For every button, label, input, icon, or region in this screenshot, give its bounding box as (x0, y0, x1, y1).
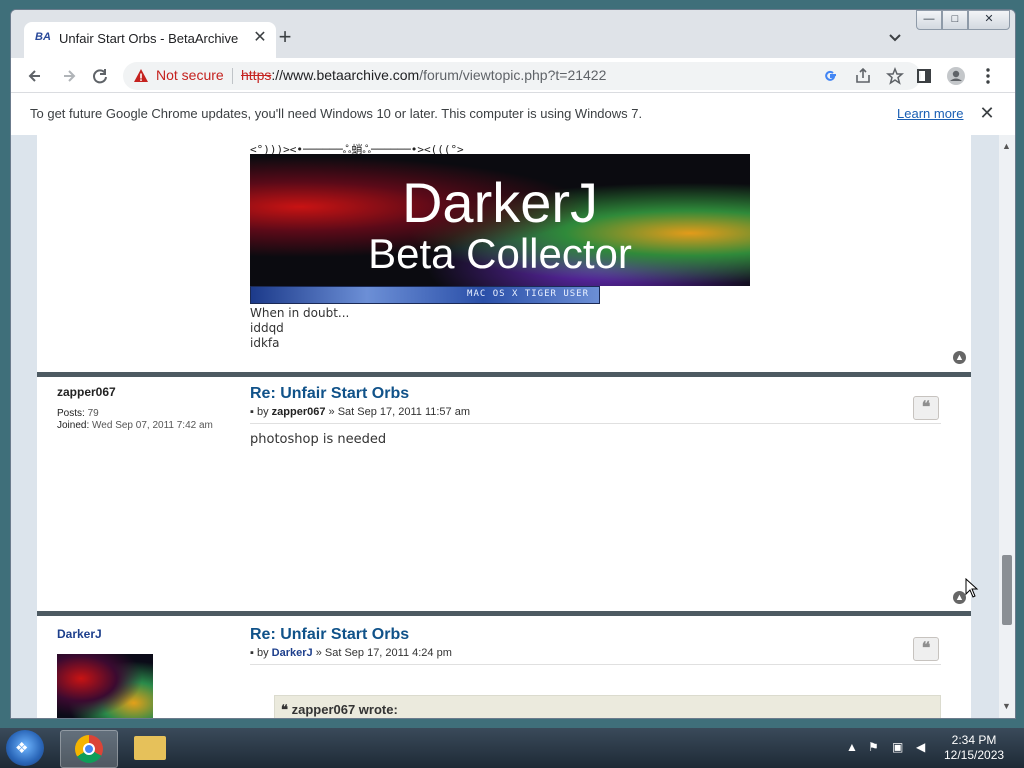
post-file-icon[interactable]: ▪ (250, 647, 254, 659)
windows-logo-icon: ❖ (15, 740, 29, 757)
clock-date: 12/15/2023 (944, 748, 1005, 762)
posts-value[interactable]: 79 (88, 408, 99, 419)
meta-separator (250, 423, 941, 424)
url-text[interactable]: https://www.betaarchive.com/forum/viewto… (241, 67, 606, 83)
post-divider (37, 372, 971, 377)
post-author[interactable]: DarkerJ (57, 627, 102, 641)
start-button[interactable]: ❖ (6, 730, 44, 766)
scroll-down-icon[interactable]: ▼ (1002, 701, 1011, 711)
banner-subtitle: Beta Collector (368, 230, 632, 277)
page-scrollbar[interactable]: ▲ ▼ (999, 135, 1015, 718)
new-tab-button[interactable]: + (273, 26, 297, 50)
back-to-top-icon[interactable]: ▲ (953, 351, 966, 364)
forward-icon[interactable] (57, 65, 79, 87)
scroll-thumb[interactable] (1002, 555, 1012, 625)
joined-value: Wed Sep 07, 2011 7:42 am (92, 420, 213, 431)
chrome-icon (75, 735, 103, 763)
folder-icon (134, 736, 166, 760)
volume-muted-icon[interactable]: ◀ (916, 740, 925, 754)
meta-date: » Sat Sep 17, 2011 11:57 am (328, 406, 471, 418)
post-meta: ▪ by DarkerJ » Sat Sep 17, 2011 4:24 pm (250, 647, 452, 659)
meta-author[interactable]: zapper067 (272, 406, 326, 418)
post-body: photoshop is needed (250, 432, 387, 447)
tab-strip: BA Unfair Start Orbs - BetaArchive ✕ + —… (11, 10, 1015, 58)
post-title[interactable]: Re: Unfair Start Orbs (250, 385, 409, 403)
url-path: /forum/viewtopic.php?t=21422 (419, 67, 607, 83)
meta-separator (250, 664, 941, 665)
signature-line-2: iddqd (250, 321, 284, 335)
meta-date: » Sat Sep 17, 2011 4:24 pm (315, 647, 452, 659)
url-protocol: https (241, 67, 272, 83)
address-bar[interactable]: Not secure https://www.betaarchive.com/f… (123, 62, 921, 90)
author-joined: Joined: Wed Sep 07, 2011 7:42 am (57, 420, 213, 431)
joined-label: Joined: (57, 420, 90, 431)
profile-icon[interactable] (945, 65, 967, 87)
meta-author[interactable]: DarkerJ (272, 647, 313, 659)
tab-title: Unfair Start Orbs - BetaArchive (59, 31, 239, 46)
meta-by: by (256, 647, 269, 659)
quote-button[interactable]: ❝ (913, 637, 939, 661)
sidepanel-icon[interactable] (913, 65, 935, 87)
post-divider (37, 611, 971, 616)
userbar-image: MAC OS X TIGER USER (250, 286, 600, 304)
quote-author: zapper067 wrote: (291, 702, 398, 717)
meta-by: by (256, 406, 269, 418)
browser-window: BA Unfair Start Orbs - BetaArchive ✕ + —… (10, 9, 1016, 719)
page-viewport: <°)))><•──────ஃ蛸ஃ──────•><(((°> DarkerJ … (11, 135, 999, 718)
forum-content: <°)))><•──────ஃ蛸ஃ──────•><(((°> DarkerJ … (37, 135, 971, 718)
taskbar-chrome[interactable] (60, 730, 118, 768)
infobar-close-icon[interactable]: ✕ (977, 103, 997, 123)
reload-icon[interactable] (89, 65, 111, 87)
clock-time: 2:34 PM (951, 733, 997, 747)
url-host: ://www.betaarchive.com (271, 67, 420, 83)
post-title[interactable]: Re: Unfair Start Orbs (250, 626, 409, 644)
google-icon[interactable] (822, 67, 840, 85)
tab-search-chevron-icon[interactable] (885, 28, 905, 48)
author-avatar (57, 654, 153, 718)
post-meta: ▪ by zapper067 » Sat Sep 17, 2011 11:57 … (250, 406, 470, 418)
signature-line-1: When in doubt... (250, 306, 350, 320)
back-icon[interactable] (25, 65, 47, 87)
not-secure-label[interactable]: Not secure (156, 67, 224, 83)
maximize-button[interactable]: □ (942, 10, 968, 30)
userbar-text: MAC OS X TIGER USER (467, 289, 589, 299)
quote-block: ❝ zapper067 wrote: (274, 695, 941, 718)
windows-taskbar: ❖ ▲ ⚑ ▣ ◀ 2:34 PM 12/15/2023 (0, 728, 1024, 768)
omnibox-separator (232, 68, 233, 84)
network-icon[interactable]: ▣ (892, 740, 903, 754)
tab-close-icon[interactable]: ✕ (250, 28, 270, 48)
minimize-button[interactable]: — (916, 10, 942, 30)
warning-icon[interactable] (133, 68, 149, 84)
menu-icon[interactable] (977, 65, 999, 87)
tab-active[interactable]: BA Unfair Start Orbs - BetaArchive ✕ (24, 22, 276, 58)
browser-toolbar: Not secure https://www.betaarchive.com/f… (11, 58, 1015, 92)
mouse-cursor-icon (965, 578, 979, 598)
close-window-button[interactable]: ✕ (968, 10, 1010, 30)
infobar-message: To get future Google Chrome updates, you… (30, 106, 643, 121)
share-icon[interactable] (854, 67, 872, 85)
post-file-icon[interactable]: ▪ (250, 406, 254, 418)
signature-banner: DarkerJ Beta Collector (250, 154, 750, 286)
learn-more-link[interactable]: Learn more (897, 106, 963, 121)
scroll-up-icon[interactable]: ▲ (1002, 141, 1011, 151)
quote-button[interactable]: ❝ (913, 396, 939, 420)
tray-expand-icon[interactable]: ▲ (846, 740, 858, 754)
update-infobar: To get future Google Chrome updates, you… (11, 92, 1015, 136)
banner-title: DarkerJ (401, 171, 599, 234)
taskbar-explorer[interactable] (122, 730, 178, 766)
betaarchive-favicon-icon: BA (35, 31, 51, 43)
author-posts-count: Posts: 79 (57, 408, 99, 419)
post-author[interactable]: zapper067 (57, 385, 116, 399)
quote-header: ❝ zapper067 wrote: (281, 702, 398, 717)
action-center-flag-icon[interactable]: ⚑ (868, 740, 879, 754)
star-icon[interactable] (886, 67, 904, 85)
signature-line-3: idkfa (250, 336, 280, 350)
posts-label: Posts: (57, 408, 85, 419)
system-clock[interactable]: 2:34 PM 12/15/2023 (944, 733, 1004, 763)
